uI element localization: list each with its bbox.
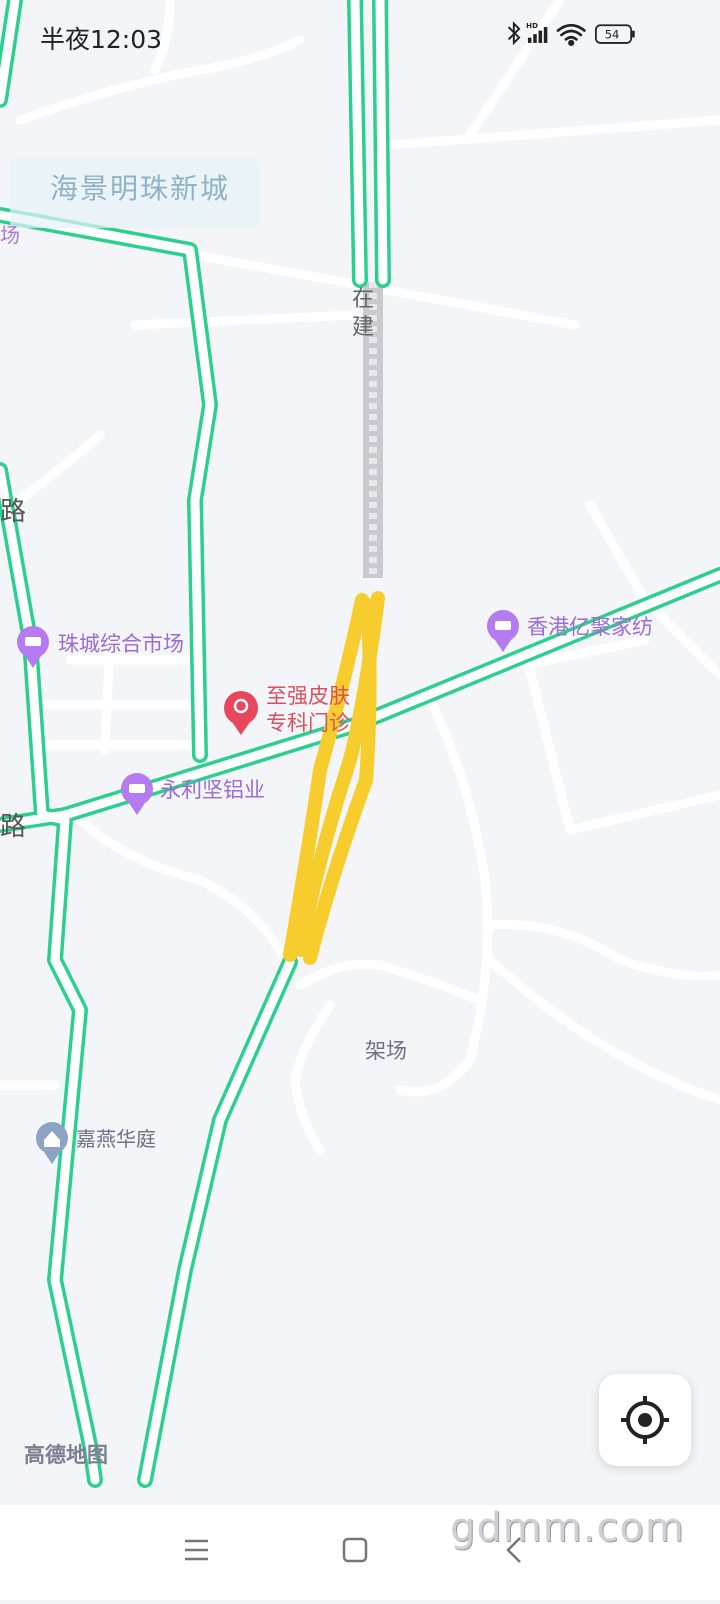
battery-icon: 54	[595, 24, 635, 44]
map-canvas[interactable]: 海景明珠新城 场 路 路 在 建 架场 珠城综合市场 香港亿聚家纺 至强皮肤 专…	[0, 0, 720, 1600]
signal-icon: HD	[526, 21, 548, 43]
battery-level: 54	[605, 28, 620, 42]
watermark: gdmm.com	[450, 1505, 685, 1551]
poi-label: 珠城综合市场	[58, 632, 184, 656]
map-brand-logo: 高德地图	[24, 1443, 108, 1467]
poi-label-line2: 专科门诊	[266, 711, 350, 735]
poi-yongli[interactable]: 永利坚铝业	[121, 773, 265, 815]
poi-label: 永利坚铝业	[160, 778, 265, 802]
network-badge: HD	[526, 21, 538, 30]
bluetooth-icon	[507, 21, 521, 46]
wifi-icon	[556, 23, 586, 47]
area-label-haijing: 海景明珠新城	[50, 172, 230, 205]
locate-icon	[621, 1396, 669, 1444]
road-label-left: 路	[0, 497, 26, 527]
status-time: 半夜12:03	[40, 25, 163, 54]
home-square-icon[interactable]	[342, 1537, 368, 1563]
construction-label-1: 在	[352, 287, 374, 312]
area-label-chang: 场	[0, 223, 20, 247]
poi-label: 香港亿聚家纺	[527, 615, 653, 639]
track-path	[283, 591, 385, 965]
poi-label-line1: 至强皮肤	[266, 684, 350, 708]
construction-label-2: 建	[352, 315, 374, 340]
poi-label: 嘉燕华庭	[76, 1127, 156, 1151]
menu-icon[interactable]	[185, 1539, 208, 1561]
locate-button[interactable]	[599, 1374, 691, 1466]
area-label-jiachang: 架场	[365, 1039, 407, 1063]
poi-jiayan[interactable]: 嘉燕华庭	[36, 1122, 156, 1164]
road-label-left-bottom: 路	[0, 812, 26, 842]
status-bar: 半夜12:03 HD 54	[0, 0, 720, 70]
clinic-icon	[224, 691, 258, 725]
status-icons: HD 54	[507, 21, 635, 47]
